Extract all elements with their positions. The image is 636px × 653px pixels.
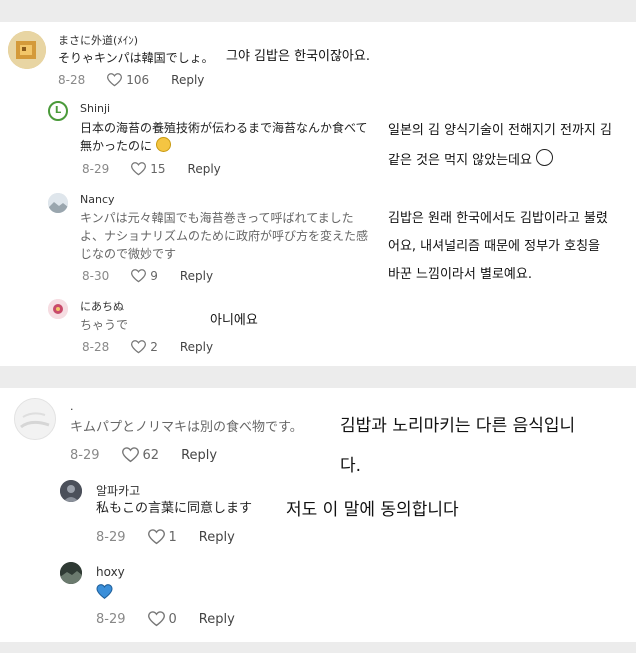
comment-username[interactable]: 알파카고 [96, 482, 140, 499]
blurred-avatar-icon[interactable] [14, 398, 56, 440]
reply-button[interactable]: Reply [188, 162, 221, 176]
comment-date: 8-30 [82, 269, 110, 283]
comment-username[interactable]: にあちぬ [80, 298, 124, 314]
smile-emoji-icon [155, 137, 171, 152]
comment-meta: 8-30 9 Reply [82, 269, 213, 283]
comment-date: 8-29 [70, 447, 100, 463]
comment-date: 8-29 [96, 529, 126, 545]
flower-avatar-icon[interactable] [48, 299, 68, 319]
comment-translation: 저도 이 말에 동의합니다 [286, 500, 459, 520]
comment-translation: 그야 김밥은 한국이잖아요. [226, 49, 370, 64]
comment-meta: 8-28 2 Reply [82, 340, 213, 354]
comment-meta: 8-28 106 Reply [58, 73, 204, 87]
letter-avatar-icon[interactable]: L [48, 101, 68, 121]
dark-avatar-icon[interactable] [60, 480, 82, 502]
like-heart-icon[interactable] [107, 73, 123, 87]
comment-text-line: じなので微妙です [80, 247, 177, 261]
comment-date: 8-28 [58, 73, 86, 87]
comment-text-line: キンパは元々韓国でも海苔巻きって呼ばれてました [80, 211, 354, 225]
comment-translation-line-2: 같은 것은 먹지 않았는데요 [388, 153, 532, 168]
comment-username[interactable]: . [70, 400, 74, 413]
comment-translation-line: 김밥과 노리마키는 다른 음식입니 [340, 416, 576, 436]
like-count: 15 [150, 162, 166, 176]
comment-date: 8-29 [82, 162, 110, 176]
comment-text: そりゃキンパは韓国でしょ。 [58, 51, 214, 65]
comment-username[interactable]: Nancy [80, 193, 115, 206]
like-heart-icon[interactable] [131, 269, 147, 283]
like-count: 9 [150, 269, 158, 283]
comment-meta: 8-29 1 Reply [96, 529, 235, 545]
avatar-letter: L [54, 105, 62, 116]
comment-text-line: よ、ナショナリズムのために政府が呼び方を変えた感 [80, 229, 369, 243]
comment-text-line: 日本の海苔の養殖技術が伝わるまで海苔なんか食べて [80, 121, 368, 135]
reply-button[interactable]: Reply [199, 612, 235, 627]
reply-button[interactable]: Reply [181, 448, 217, 463]
grimace-emoji-icon [536, 149, 554, 166]
blue-heart-icon [96, 584, 113, 599]
comment-meta: 8-29 15 Reply [82, 162, 221, 176]
like-count: 1 [168, 529, 177, 545]
comment-date: 8-29 [96, 611, 126, 627]
comment-translation: 아니에요 [210, 313, 258, 328]
comment-translation-line: 어요, 내셔널리즘 때문에 정부가 호칭을 [388, 239, 601, 254]
comment-meta: 8-29 62 Reply [70, 447, 217, 463]
like-heart-icon[interactable] [131, 162, 147, 176]
comment-username[interactable]: Shinji [80, 102, 110, 115]
reply-button[interactable]: Reply [180, 269, 213, 283]
like-count: 0 [168, 611, 177, 627]
comment-text: キムパプとノリマキは別の食べ物です。 [70, 420, 303, 435]
comment-text-line-2: 無かったのに [80, 139, 153, 153]
comment-text: ちゃうで [80, 318, 129, 332]
pixel-art-avatar-icon[interactable] [8, 31, 46, 69]
like-heart-icon[interactable] [121, 447, 139, 463]
comment-text: 私もこの言葉に同意します [96, 501, 253, 516]
landscape-avatar-icon[interactable] [48, 193, 68, 213]
comment-translation-line: 일본의 김 양식기술이 전해지기 전까지 김 [388, 123, 612, 138]
like-count: 62 [142, 447, 160, 463]
comment-username[interactable]: hoxy [96, 565, 125, 579]
comment-translation-line: 같은 것은 먹지 않았는데요 [388, 148, 554, 174]
comment-text-line: 無かったのに [80, 137, 171, 155]
like-count: 2 [150, 340, 158, 354]
like-count: 106 [126, 73, 150, 87]
like-heart-icon[interactable] [147, 611, 165, 627]
comment-username[interactable]: まさに外道(ﾒｲﾝ) [58, 32, 138, 48]
comment-meta: 8-29 0 Reply [96, 611, 235, 627]
comment-translation-line: 다. [340, 456, 362, 476]
comment-panel-top: まさに外道(ﾒｲﾝ) そりゃキンパは韓国でしょ。 그야 김밥은 한국이잖아요. … [0, 22, 636, 366]
comment-date: 8-28 [82, 340, 110, 354]
like-heart-icon[interactable] [147, 529, 165, 545]
comment-translation-line: 김밥은 원래 한국에서도 김밥이라고 불렸 [388, 211, 608, 226]
like-heart-icon[interactable] [131, 340, 147, 354]
comment-panel-bottom: . キムパプとノリマキは別の食べ物です。 김밥과 노리마키는 다른 음식입니 다… [0, 388, 636, 642]
reply-button[interactable]: Reply [171, 73, 204, 87]
landscape-avatar-icon[interactable] [60, 562, 82, 584]
comment-translation-line: 바꾼 느낌이라서 별로예요. [388, 267, 532, 282]
reply-button[interactable]: Reply [180, 340, 213, 354]
reply-button[interactable]: Reply [199, 530, 235, 545]
